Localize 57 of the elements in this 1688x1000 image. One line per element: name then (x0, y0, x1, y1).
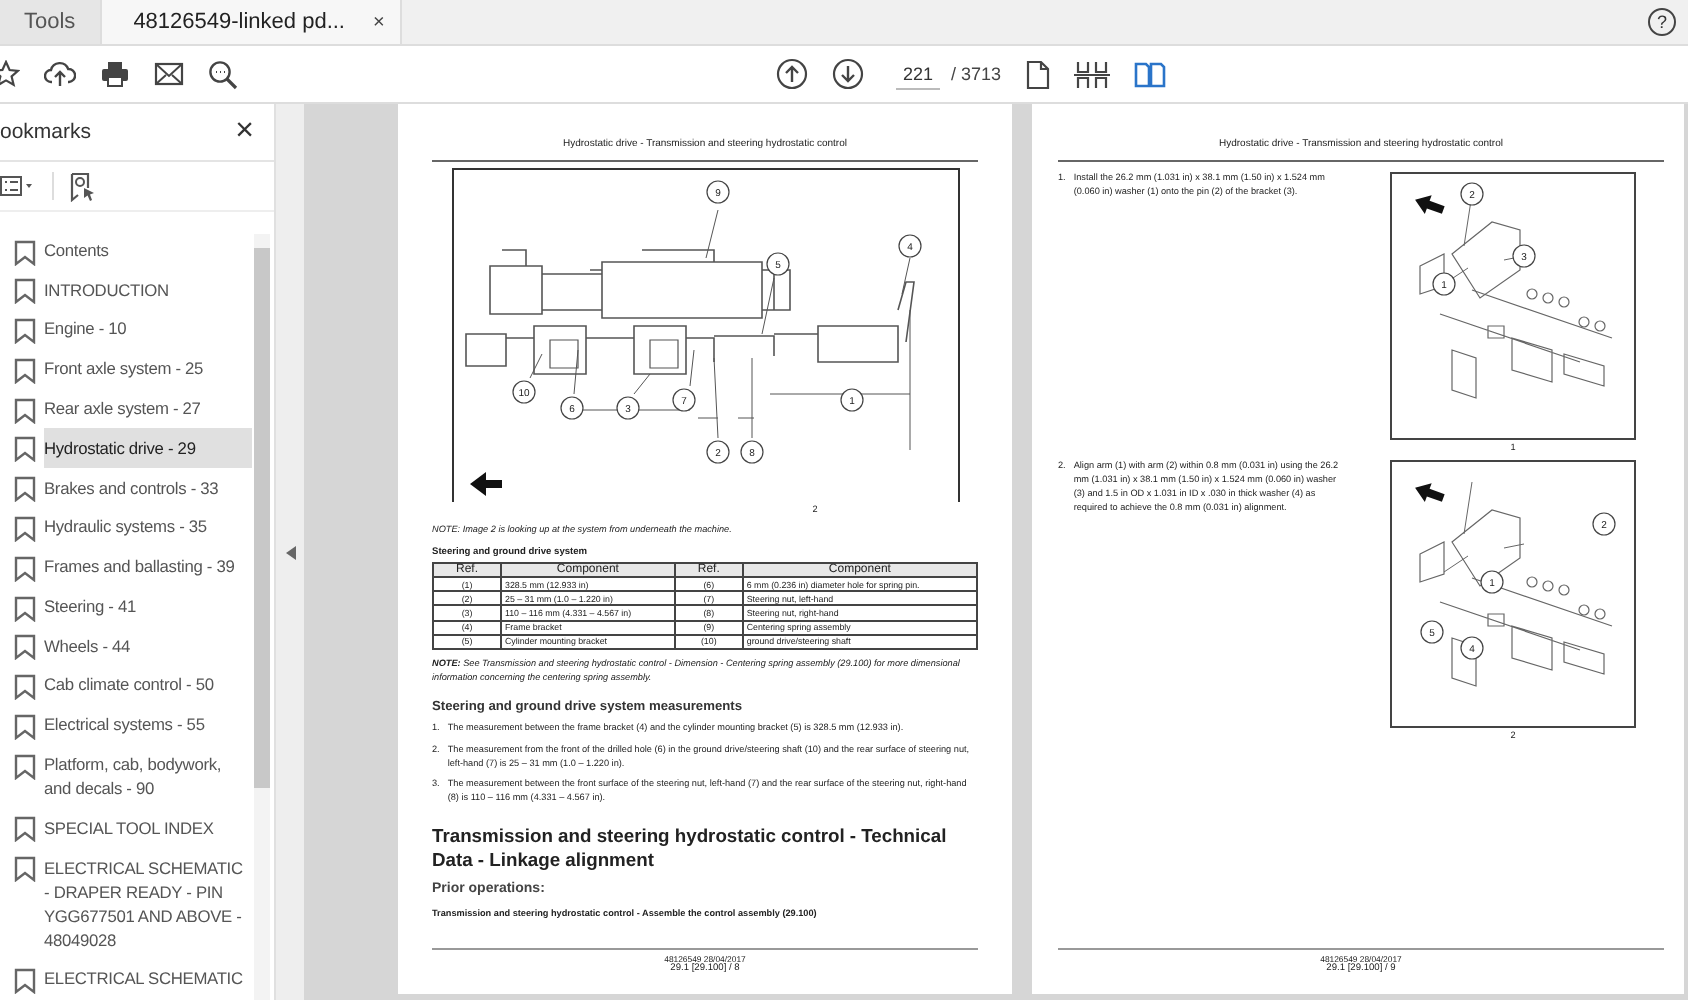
mail-icon[interactable] (154, 62, 184, 86)
cloud-upload-icon[interactable] (44, 60, 76, 88)
star-icon[interactable] (0, 60, 20, 88)
page-count: / 3713 (951, 64, 1002, 84)
bookmark-icon (14, 436, 36, 463)
bookmark-icon (14, 555, 36, 582)
close-button[interactable]: × (235, 114, 254, 150)
options-menu-icon[interactable] (0, 176, 36, 196)
bookmark-item[interactable]: Frames and ballasting - 39 (44, 546, 252, 587)
bookmark-icon (14, 753, 36, 780)
bookmark-item[interactable]: ELECTRICAL SCHEMATIC - DRAPER READY - PIN YGG677501 AND ABOVE - 48049028 (44, 847, 252, 959)
bookmark-item[interactable]: Rear axle system - 27 (44, 388, 252, 428)
close-tab-button[interactable]: × (373, 11, 385, 33)
bookmark-item[interactable]: Cab climate control - 50 (44, 665, 252, 705)
scrolling-pages-icon[interactable] (1073, 59, 1110, 89)
bookmark-icon (14, 318, 36, 345)
bookmark-icon (14, 634, 36, 661)
bookmark-item[interactable]: INTRODUCTION (44, 269, 252, 310)
bookmark-icon (14, 816, 36, 843)
page-icon[interactable] (1025, 59, 1050, 89)
bookmark-item[interactable]: Hydraulic systems - 35 (44, 506, 252, 547)
document-tab[interactable]: 48126549-linked pd... × (99, 0, 403, 44)
bookmark-icon (14, 278, 36, 305)
bookmark-item[interactable]: Brakes and controls - 33 (44, 467, 252, 507)
bookmark-item[interactable]: Electrical systems - 55 (44, 704, 252, 745)
bookmark-icon (14, 515, 36, 542)
bookmark-icon (14, 674, 36, 701)
previous-page-icon[interactable] (776, 58, 809, 90)
bookmark-icon (14, 476, 36, 503)
bookmark-item[interactable]: SPECIAL TOOL INDEX (44, 807, 252, 848)
print-icon[interactable] (100, 60, 130, 88)
panel-title: ookmarks (0, 120, 92, 144)
bookmark-icon (14, 595, 36, 622)
bookmark-item[interactable]: ELECTRICAL SCHEMATIC (44, 959, 252, 999)
bookmark-item[interactable]: Engine - 10 (44, 309, 252, 349)
search-icon[interactable] (208, 59, 238, 89)
scrollbar[interactable] (254, 234, 270, 1000)
two-page-view-icon[interactable] (1133, 61, 1166, 87)
bookmark-icon (14, 713, 36, 740)
main-heading: Transmission and steering hydrostatic control - Technical Data - Linkage alignment (432, 824, 949, 872)
bookmark-item[interactable]: Platform, cab, bodywork, and decals - 90 (44, 744, 252, 808)
bookmark-icon (14, 856, 36, 883)
bookmark-item[interactable]: Wheels - 44 (44, 625, 252, 666)
bookmark-icon (14, 239, 36, 265)
bookmark-icon (14, 397, 36, 424)
find-bookmark-icon[interactable] (70, 171, 96, 201)
bookmark-icon (14, 357, 36, 384)
bookmark-item[interactable]: Steering - 41 (44, 586, 252, 626)
next-page-icon[interactable] (832, 58, 865, 90)
bookmark-item[interactable]: Front axle system - 25 (44, 348, 252, 389)
bookmark-icon (14, 968, 36, 994)
collapse-panel-icon[interactable] (285, 545, 295, 559)
page-number-field[interactable]: 221 (896, 59, 939, 89)
document-tab[interactable]: Tools (0, 0, 100, 44)
help-button[interactable]: ? (1648, 8, 1676, 36)
bookmark-item[interactable]: Contents (44, 230, 252, 270)
bookmark-item[interactable]: Hydrostatic drive - 29 (44, 427, 252, 468)
